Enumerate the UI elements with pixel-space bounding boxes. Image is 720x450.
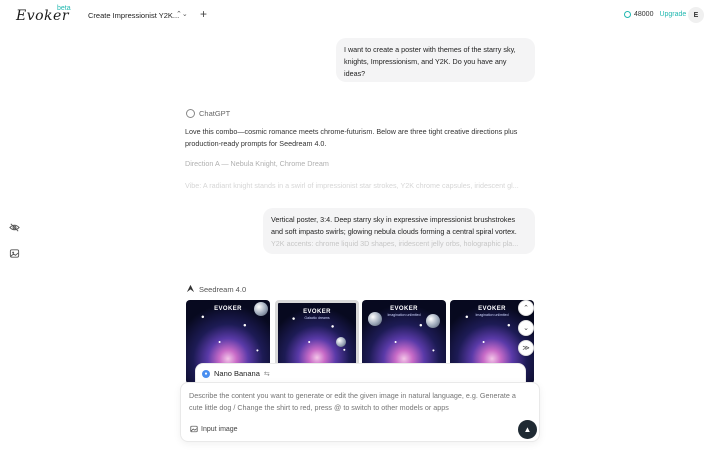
assistant-name: ChatGPT: [199, 109, 231, 118]
chrome-orb: [254, 302, 268, 316]
prompt-line: Vertical poster, 3:4. Deep starry sky in…: [271, 215, 516, 224]
assistant-header: ChatGPT: [186, 109, 230, 118]
user-prompt-message: Vertical poster, 3:4. Deep starry sky in…: [263, 208, 535, 254]
composer: Input image ▲: [180, 382, 540, 442]
chrome-orb: [426, 314, 440, 328]
image-icon: [190, 425, 198, 433]
vibe-text: Vibe: A radiant knight stands in a swirl…: [185, 181, 519, 190]
input-image-button[interactable]: Input image: [190, 425, 238, 433]
scroll-up-button[interactable]: ⌃: [518, 300, 534, 316]
credits-count: 48000: [634, 11, 654, 18]
chrome-orb: [368, 312, 382, 326]
scroll-down-button[interactable]: ⌄: [518, 320, 534, 336]
chevron-updown-icon[interactable]: ⌃⌄: [176, 10, 188, 18]
upgrade-link[interactable]: Upgrade: [659, 11, 686, 18]
credits-display: 48000 Upgrade: [624, 11, 686, 18]
send-button[interactable]: ▲: [518, 420, 537, 439]
model-selector-label: Nano Banana: [214, 369, 260, 378]
avatar[interactable]: E: [688, 7, 704, 23]
eye-off-icon[interactable]: [8, 221, 20, 233]
input-image-label: Input image: [201, 425, 238, 433]
poster-title: EVOKER: [303, 309, 331, 315]
new-project-button[interactable]: +: [200, 7, 207, 21]
header: Evoker beta Create Impressionist Y2K... …: [0, 0, 720, 30]
chatgpt-icon: [186, 109, 195, 118]
direction-heading: Direction A — Nebula Knight, Chrome Drea…: [185, 159, 329, 168]
model-selector[interactable]: ● Nano Banana ⇆: [195, 363, 526, 383]
project-title[interactable]: Create Impressionist Y2K...: [88, 11, 179, 20]
credit-icon: [624, 11, 631, 18]
gallery-icon[interactable]: [8, 247, 20, 259]
model-name: Seedream 4.0: [199, 285, 247, 294]
prompt-line-faded: Y2K accents: chrome liquid 3D shapes, ir…: [271, 239, 519, 248]
chrome-orb: [336, 337, 346, 347]
user-message: I want to create a poster with themes of…: [336, 38, 535, 82]
swap-icon[interactable]: ⇆: [264, 370, 270, 378]
prompt-input[interactable]: [189, 390, 531, 412]
prompt-line: and soft impasto swirls; glowing nebula …: [271, 227, 517, 236]
assistant-message: Love this combo—cosmic romance meets chr…: [185, 127, 518, 148]
expand-button[interactable]: ≫: [518, 340, 534, 356]
model-header: Seedream 4.0: [186, 284, 246, 295]
poster-subtitle: Galactic dreams: [304, 316, 330, 320]
seedream-icon: [186, 284, 195, 295]
beta-badge: beta: [57, 5, 71, 12]
model-icon: ●: [202, 369, 210, 378]
